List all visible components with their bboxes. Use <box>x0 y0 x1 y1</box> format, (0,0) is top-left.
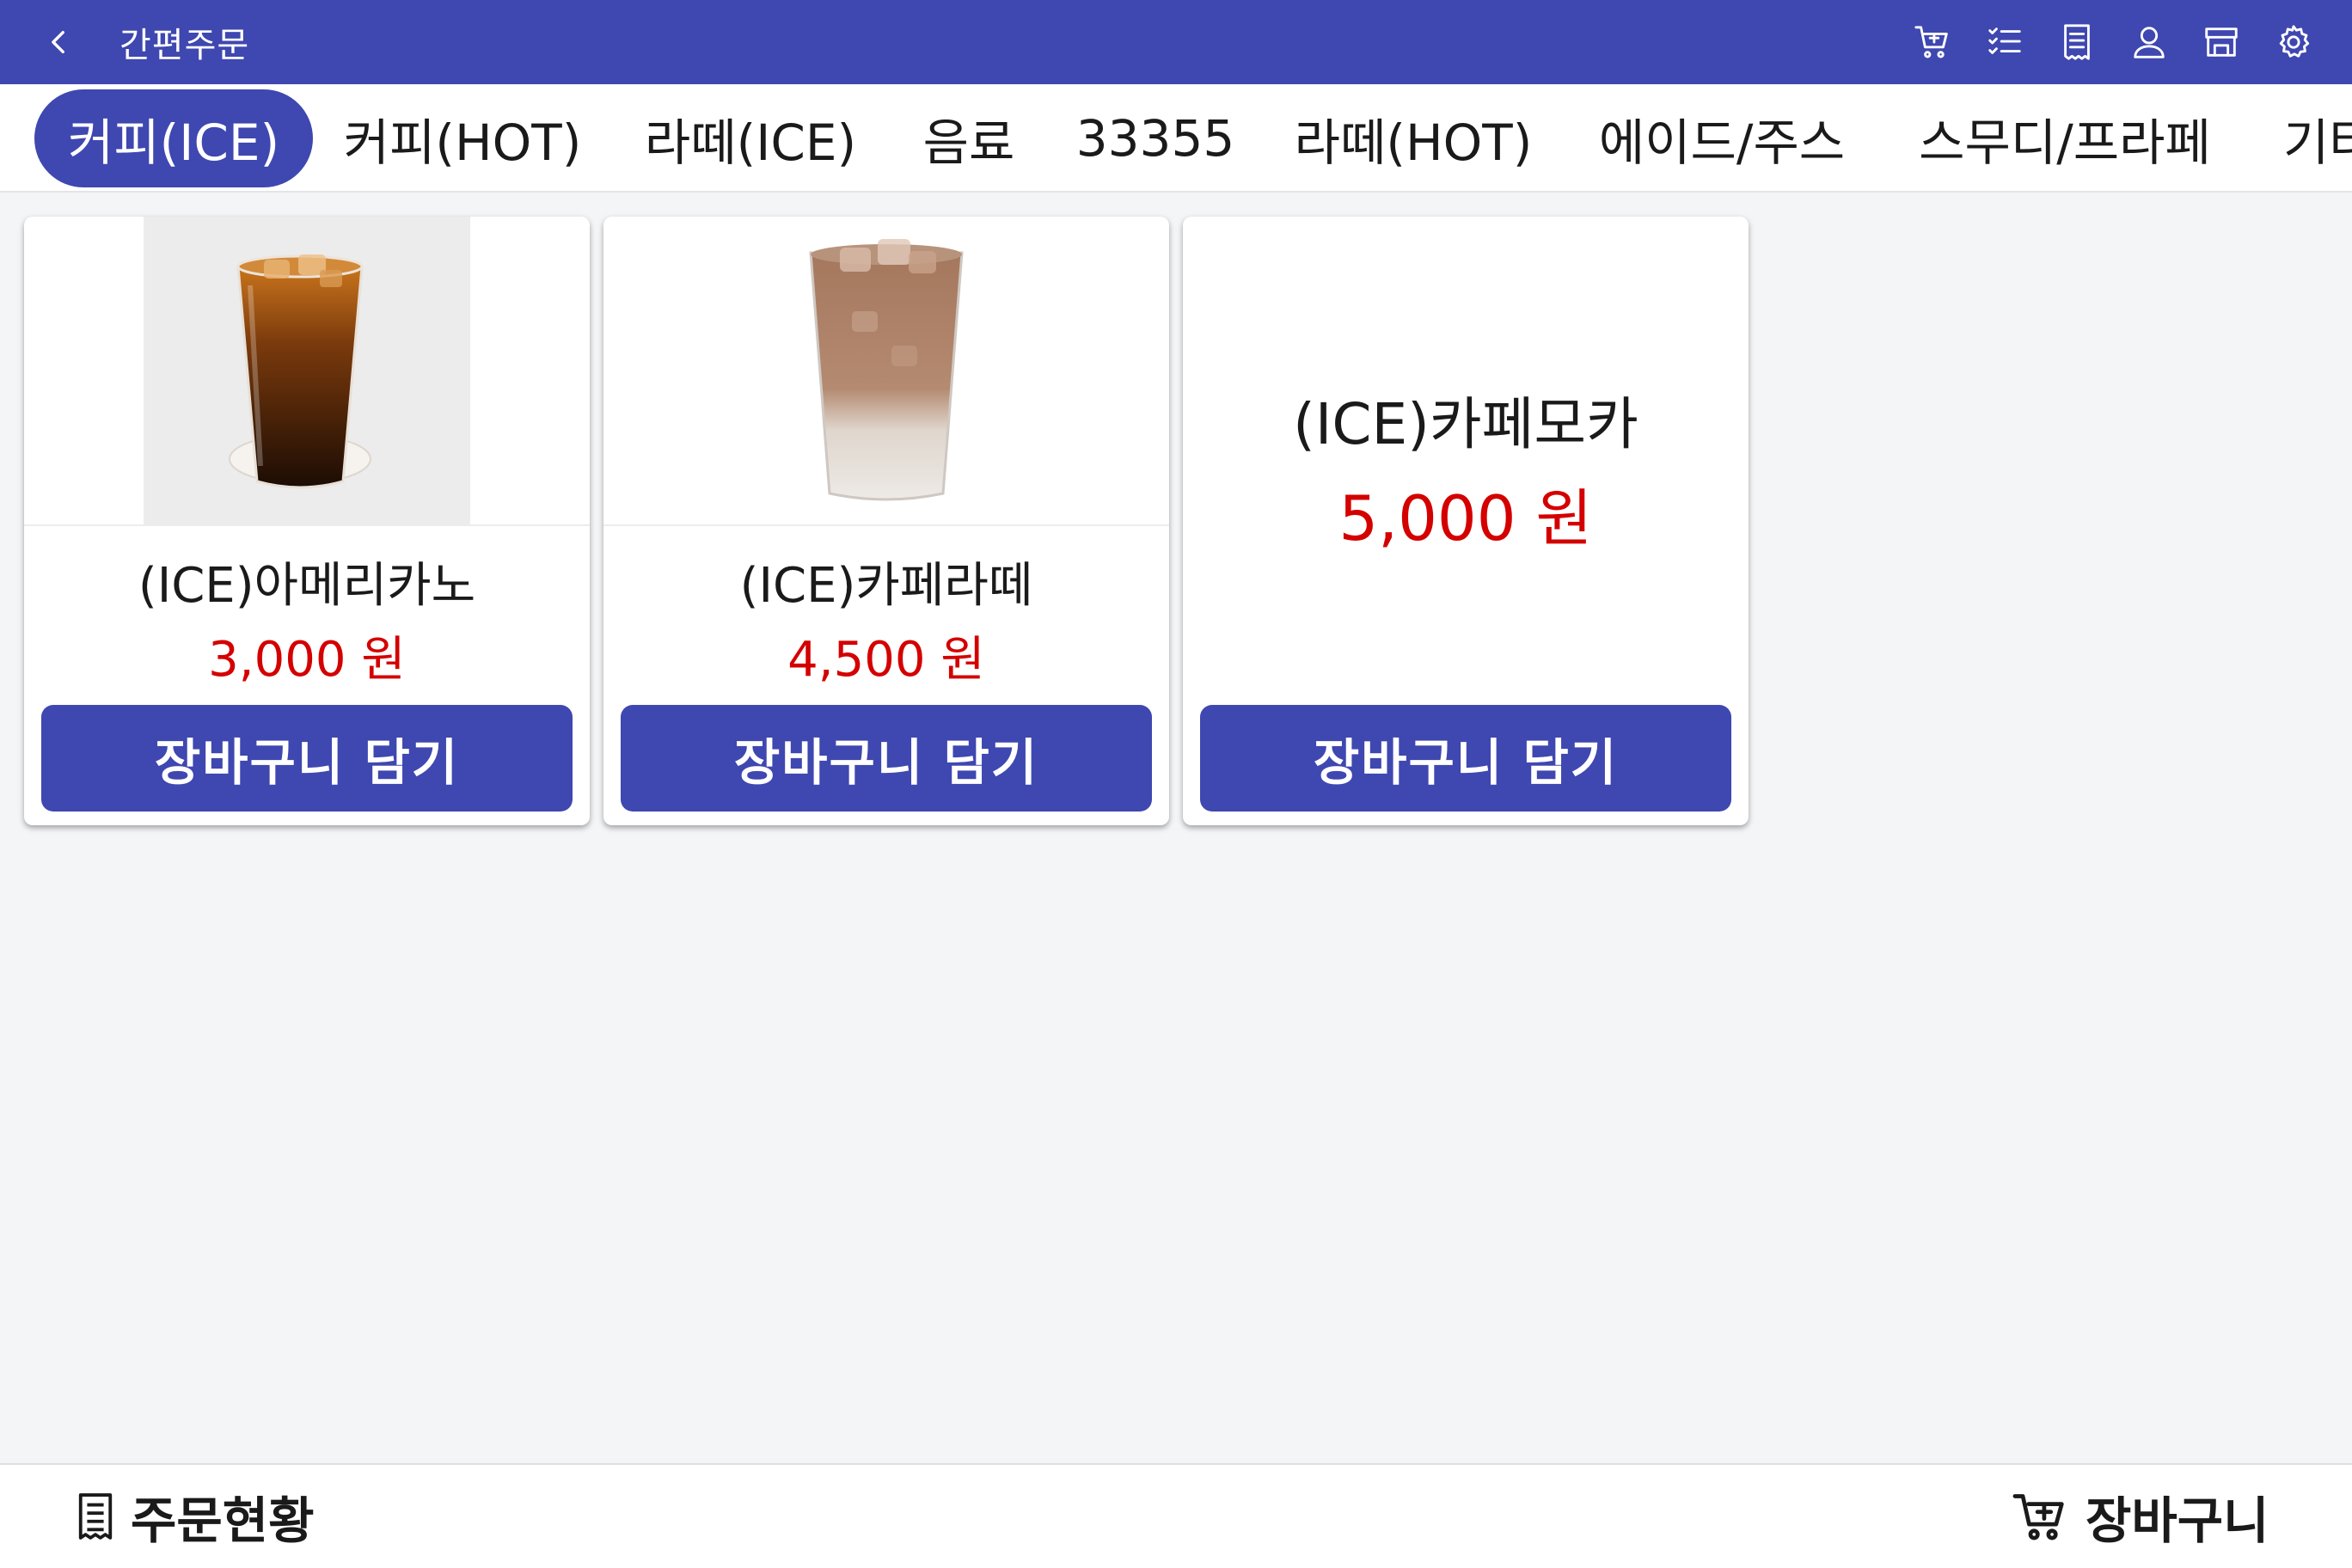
iced-latte-image <box>723 217 1050 524</box>
tab-coffee-ice[interactable]: 커피(ICE) <box>34 89 313 187</box>
product-image <box>603 217 1169 526</box>
cart-button[interactable]: 장바구니 <box>2012 1465 2269 1568</box>
iced-americano-image <box>144 217 470 524</box>
app-bar: 간편주문 <box>0 0 2352 84</box>
header-actions <box>1908 0 2318 84</box>
cart-icon <box>1914 26 1948 58</box>
product-card: (ICE)카페모카 5,000 원 장바구니 담기 <box>1183 217 1749 825</box>
tab-etc[interactable]: 기타 <box>2269 89 2352 187</box>
tab-coffee-hot[interactable]: 커피(HOT) <box>334 89 591 187</box>
settings-button[interactable] <box>2269 18 2318 66</box>
order-list-button[interactable] <box>1981 18 2029 66</box>
chevron-left-icon <box>52 30 64 54</box>
receipt-button[interactable] <box>2053 18 2101 66</box>
order-status-label: 주문현황 <box>131 1491 315 1550</box>
tab-33355[interactable]: 33355 <box>1063 89 1248 187</box>
add-to-cart-button[interactable]: 장바구니 담기 <box>41 705 573 812</box>
product-name: (ICE)아메리카노 <box>138 558 476 614</box>
checklist-icon <box>1988 28 2021 54</box>
product-image <box>24 217 590 526</box>
tab-ade-juice[interactable]: 에이드/주스 <box>1580 89 1864 187</box>
user-icon <box>2134 27 2165 58</box>
product-price: 3,000 원 <box>208 632 406 688</box>
product-price: 5,000 원 <box>1338 482 1593 554</box>
tab-latte-ice[interactable]: 라떼(ICE) <box>626 89 875 187</box>
cart-button[interactable] <box>1908 18 1957 66</box>
category-tabs: 커피(ICE) 커피(HOT) 라떼(ICE) 음료 33355 라떼(HOT)… <box>0 84 2352 193</box>
product-price: 4,500 원 <box>787 632 985 688</box>
settings-icon <box>2279 25 2310 58</box>
store-icon <box>2205 28 2238 57</box>
tab-latte-hot[interactable]: 라떼(HOT) <box>1281 89 1546 187</box>
add-to-cart-button[interactable]: 장바구니 담기 <box>1200 705 1731 812</box>
store-button[interactable] <box>2197 18 2245 66</box>
receipt-icon <box>2064 24 2090 60</box>
product-card: (ICE)아메리카노 3,000 원 장바구니 담기 <box>24 217 590 825</box>
tab-smoothie-frappe[interactable]: 스무디/프라페 <box>1896 89 2233 187</box>
receipt-icon <box>78 1493 113 1540</box>
cart-icon <box>2012 1494 2064 1540</box>
bottom-bar: 주문현황 장바구니 <box>0 1463 2352 1568</box>
tab-beverage[interactable]: 음료 <box>906 89 1032 187</box>
account-button[interactable] <box>2125 18 2173 66</box>
back-button[interactable] <box>29 12 89 72</box>
add-to-cart-button[interactable]: 장바구니 담기 <box>621 705 1152 812</box>
product-name: (ICE)카페모카 <box>1293 391 1638 457</box>
product-name: (ICE)카페라떼 <box>739 558 1033 614</box>
page-title: 간편주문 <box>119 26 250 65</box>
cart-label: 장바구니 <box>2086 1491 2269 1550</box>
order-status-button[interactable]: 주문현황 <box>76 1465 314 1568</box>
product-card: (ICE)카페라떼 4,500 원 장바구니 담기 <box>603 217 1169 825</box>
